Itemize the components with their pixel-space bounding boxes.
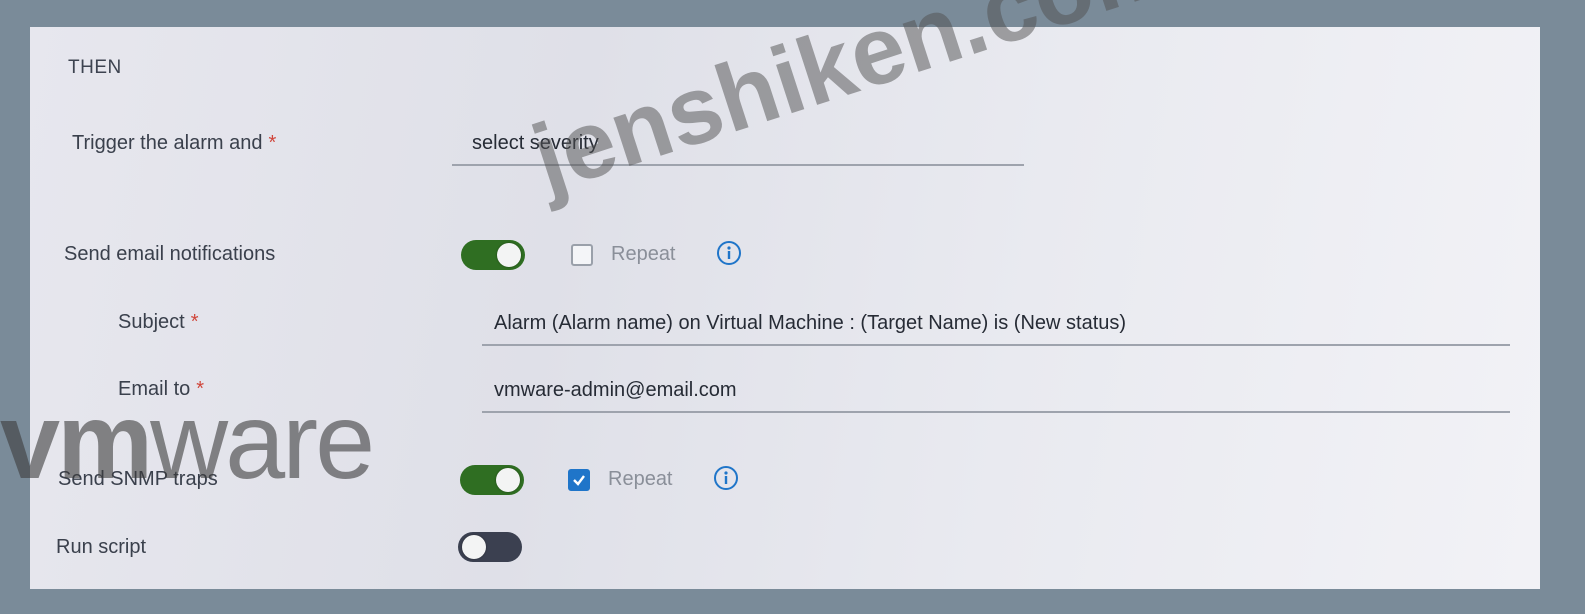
checkmark-icon	[573, 475, 585, 486]
run-script-toggle[interactable]	[458, 532, 522, 562]
email-notifications-toggle[interactable]	[461, 240, 525, 270]
toggle-knob	[497, 243, 521, 267]
email-to-input-value: vmware-admin@email.com	[494, 379, 737, 401]
email-to-label-text: Email to	[118, 378, 191, 400]
snmp-repeat-checkbox[interactable]	[568, 469, 590, 491]
email-to-input[interactable]: vmware-admin@email.com	[482, 369, 1510, 413]
subject-label: Subject *	[118, 311, 199, 334]
run-script-label: Run script	[56, 536, 147, 558]
email-notifications-label: Send email notifications	[64, 243, 276, 265]
section-title: THEN	[68, 57, 122, 78]
toggle-knob	[462, 535, 486, 559]
required-mark: *	[196, 378, 205, 400]
email-repeat-checkbox[interactable]	[571, 244, 593, 266]
toggle-knob	[496, 468, 520, 492]
alarm-actions-panel: THEN Trigger the alarm and * select sever…	[30, 27, 1540, 589]
subject-label-text: Subject	[118, 311, 185, 333]
email-to-label: Email to *	[118, 378, 204, 401]
snmp-repeat-label: Repeat	[608, 468, 673, 490]
severity-select-value: select severity	[472, 132, 599, 154]
severity-select[interactable]: select severity	[452, 122, 1024, 166]
required-mark: *	[268, 132, 277, 154]
trigger-label-text: Trigger the alarm and	[72, 132, 263, 154]
trigger-label: Trigger the alarm and *	[72, 132, 276, 155]
email-repeat-label: Repeat	[611, 243, 676, 265]
subject-input[interactable]: Alarm (Alarm name) on Virtual Machine : …	[482, 302, 1510, 346]
required-mark: *	[190, 311, 199, 333]
subject-input-value: Alarm (Alarm name) on Virtual Machine : …	[494, 312, 1127, 334]
snmp-traps-label: Send SNMP traps	[58, 468, 218, 490]
snmp-traps-toggle[interactable]	[460, 465, 524, 495]
info-icon[interactable]	[716, 240, 742, 266]
info-icon[interactable]	[713, 465, 739, 491]
